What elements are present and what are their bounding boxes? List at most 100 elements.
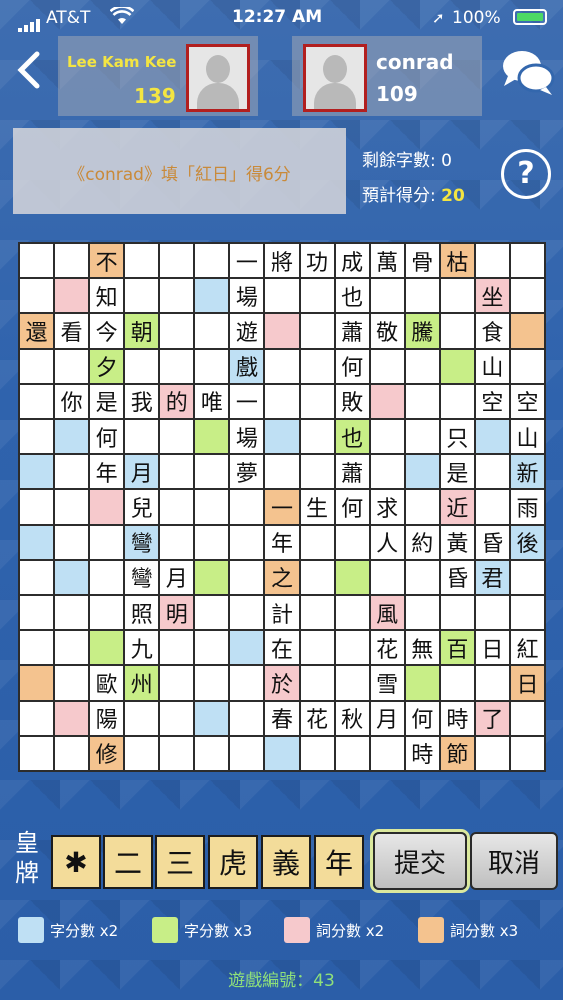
board-cell[interactable] (20, 244, 54, 278)
board-cell[interactable]: 山 (475, 349, 509, 383)
board-cell[interactable] (265, 314, 299, 348)
board-cell[interactable]: 百 (440, 631, 474, 665)
board-cell[interactable] (265, 279, 299, 313)
board-cell[interactable]: 唯 (195, 384, 229, 418)
board-cell[interactable] (55, 420, 89, 454)
board-cell[interactable] (440, 384, 474, 418)
board-cell[interactable] (90, 560, 124, 594)
rack-tile[interactable]: 義 (261, 835, 311, 889)
board-cell[interactable] (160, 314, 194, 348)
board-cell[interactable] (125, 420, 159, 454)
board-cell[interactable] (125, 349, 159, 383)
board-cell[interactable]: 騰 (405, 314, 439, 348)
board-cell[interactable] (370, 455, 404, 489)
board-cell[interactable] (20, 490, 54, 524)
board-cell[interactable]: 九 (125, 631, 159, 665)
board-cell[interactable] (510, 244, 544, 278)
board-cell[interactable] (55, 596, 89, 630)
board-cell[interactable] (405, 666, 439, 700)
board-cell[interactable] (440, 314, 474, 348)
board-cell[interactable]: 年 (90, 455, 124, 489)
board-cell[interactable]: 看 (55, 314, 89, 348)
board-cell[interactable] (405, 420, 439, 454)
board-cell[interactable] (230, 736, 264, 770)
board-cell[interactable]: 也 (335, 279, 369, 313)
board-cell[interactable] (125, 279, 159, 313)
board-cell[interactable] (195, 349, 229, 383)
board-cell[interactable] (195, 490, 229, 524)
board-cell[interactable] (90, 525, 124, 559)
board-cell[interactable] (335, 631, 369, 665)
board-cell[interactable]: 敗 (335, 384, 369, 418)
board-cell[interactable]: 節 (440, 736, 474, 770)
board-cell[interactable] (125, 244, 159, 278)
board-cell[interactable] (475, 455, 509, 489)
board-cell[interactable] (475, 736, 509, 770)
board-cell[interactable]: 還 (20, 314, 54, 348)
board-cell[interactable]: 空 (510, 384, 544, 418)
board-cell[interactable] (440, 596, 474, 630)
board-cell[interactable]: 時 (440, 701, 474, 735)
board-cell[interactable] (20, 701, 54, 735)
board-cell[interactable]: 彎 (125, 560, 159, 594)
board-cell[interactable]: 年 (265, 525, 299, 559)
board-cell[interactable]: 遊 (230, 314, 264, 348)
board-cell[interactable] (335, 560, 369, 594)
board-cell[interactable] (55, 244, 89, 278)
board-cell[interactable] (335, 596, 369, 630)
board-cell[interactable] (20, 279, 54, 313)
board-cell[interactable] (265, 420, 299, 454)
board-cell[interactable]: 雪 (370, 666, 404, 700)
board-cell[interactable] (55, 666, 89, 700)
board-cell[interactable]: 計 (265, 596, 299, 630)
board-cell[interactable] (440, 666, 474, 700)
board-cell[interactable]: 何 (405, 701, 439, 735)
board-cell[interactable] (230, 596, 264, 630)
board-cell[interactable] (90, 490, 124, 524)
board-cell[interactable]: 春 (265, 701, 299, 735)
board-cell[interactable]: 骨 (405, 244, 439, 278)
board-cell[interactable] (510, 560, 544, 594)
board-cell[interactable]: 是 (440, 455, 474, 489)
board-cell[interactable]: 場 (230, 420, 264, 454)
board-cell[interactable] (370, 736, 404, 770)
board-cell[interactable]: 修 (90, 736, 124, 770)
board-cell[interactable]: 也 (335, 420, 369, 454)
board-cell[interactable] (230, 666, 264, 700)
board-cell[interactable]: 一 (265, 490, 299, 524)
board-cell[interactable] (55, 525, 89, 559)
cancel-button[interactable]: 取消 (470, 832, 558, 890)
board-cell[interactable]: 場 (230, 279, 264, 313)
board-cell[interactable] (510, 314, 544, 348)
board-cell[interactable]: 夢 (230, 455, 264, 489)
board-cell[interactable]: 君 (475, 560, 509, 594)
board-cell[interactable] (300, 420, 334, 454)
board-cell[interactable]: 了 (475, 701, 509, 735)
board-cell[interactable] (370, 279, 404, 313)
board-cell[interactable] (405, 455, 439, 489)
board-cell[interactable] (475, 666, 509, 700)
board-cell[interactable] (265, 455, 299, 489)
board-cell[interactable] (265, 349, 299, 383)
board-cell[interactable]: 朝 (125, 314, 159, 348)
board-cell[interactable]: 日 (475, 631, 509, 665)
rack-tile[interactable]: 二 (103, 835, 153, 889)
board-cell[interactable] (300, 314, 334, 348)
board-cell[interactable]: 山 (510, 420, 544, 454)
board-cell[interactable] (440, 349, 474, 383)
board-cell[interactable] (195, 736, 229, 770)
board-cell[interactable]: 食 (475, 314, 509, 348)
board-cell[interactable] (405, 560, 439, 594)
board-cell[interactable] (475, 490, 509, 524)
board-cell[interactable]: 在 (265, 631, 299, 665)
board-cell[interactable] (510, 596, 544, 630)
board-cell[interactable]: 彎 (125, 525, 159, 559)
board-cell[interactable] (335, 525, 369, 559)
board-cell[interactable] (195, 560, 229, 594)
board-cell[interactable] (300, 560, 334, 594)
board-cell[interactable]: 知 (90, 279, 124, 313)
board-cell[interactable] (300, 384, 334, 418)
board-cell[interactable] (370, 349, 404, 383)
board-cell[interactable]: 成 (335, 244, 369, 278)
board-cell[interactable] (160, 666, 194, 700)
